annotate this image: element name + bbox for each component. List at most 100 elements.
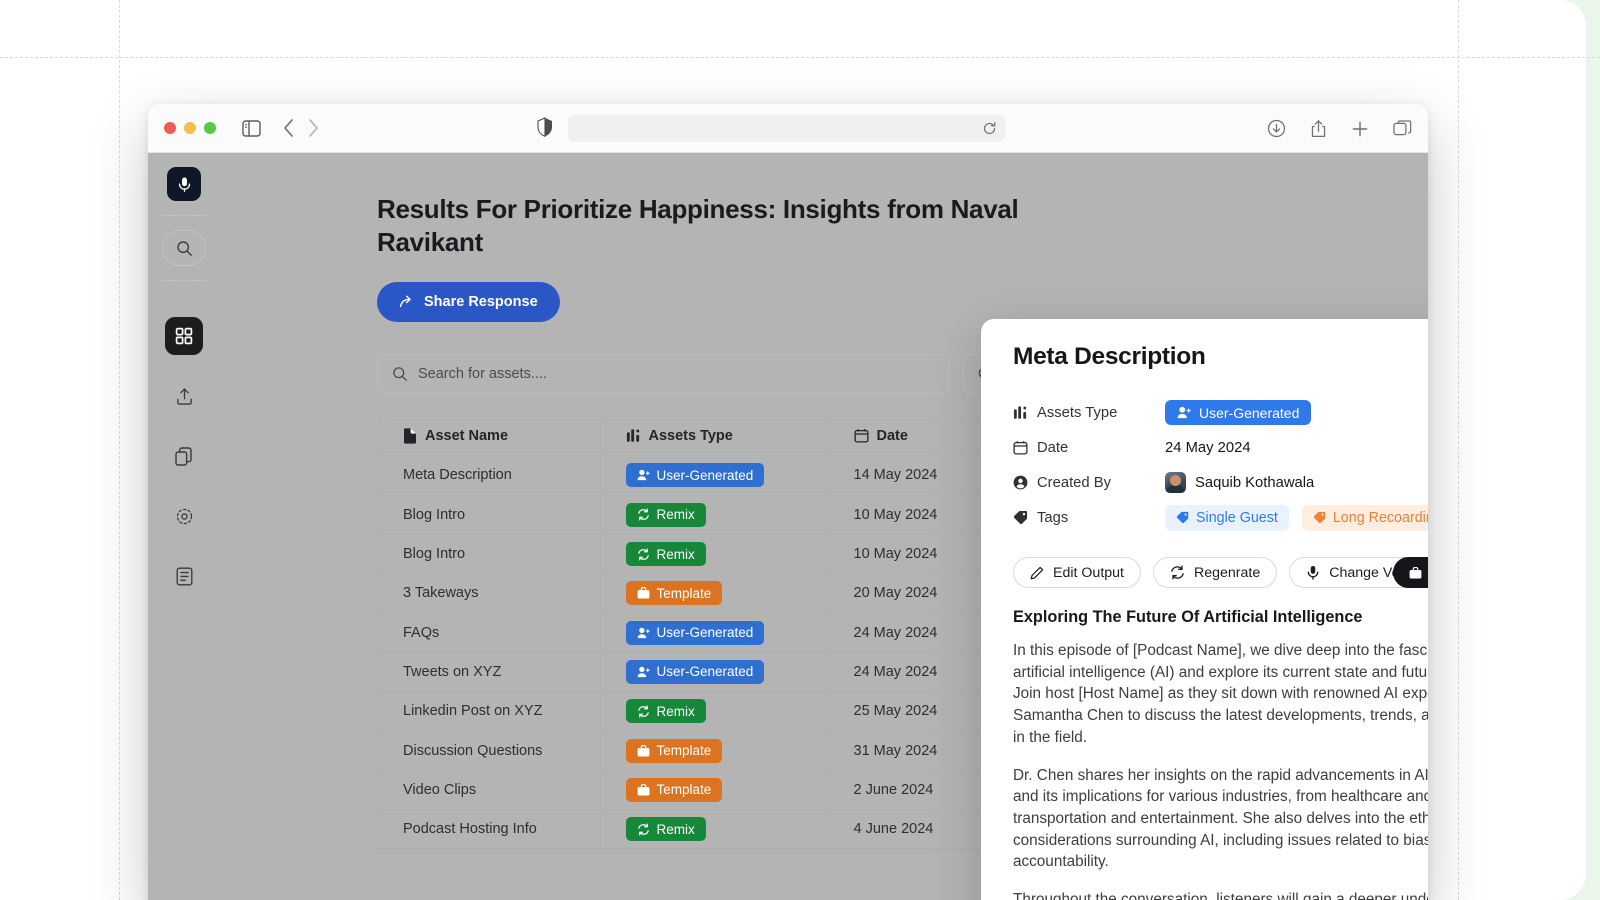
app-content: Results For Prioritize Happiness: Insigh… xyxy=(148,153,1428,900)
list-icon xyxy=(176,567,193,586)
sidebar-item-files[interactable] xyxy=(165,437,203,475)
cell-assets-type: User-Generated xyxy=(600,455,829,496)
status-badge[interactable]: Remix xyxy=(625,542,706,567)
toolbar-right-actions xyxy=(1267,104,1412,153)
minimize-window-button[interactable] xyxy=(184,122,196,134)
status-badge[interactable]: Template xyxy=(625,777,723,802)
tag-label: Long Recoarding xyxy=(1332,509,1428,526)
page-title: Results For Prioritize Happiness: Insigh… xyxy=(377,194,1019,258)
tag-single-guest[interactable]: Single Guest xyxy=(1165,504,1289,531)
document-icon xyxy=(403,428,417,444)
column-assets-type[interactable]: Assets Type xyxy=(600,416,829,457)
tag-icon xyxy=(1313,511,1326,524)
user-plus-icon xyxy=(1177,406,1191,419)
user-icon xyxy=(637,469,650,481)
document-paragraph-1: In this episode of [Podcast Name], we di… xyxy=(1013,642,1428,746)
maximize-window-button[interactable] xyxy=(204,122,216,134)
badge-label: User-Generated xyxy=(656,467,754,483)
tab-overview-icon[interactable] xyxy=(1393,119,1412,138)
cell-asset-name: Video Clips xyxy=(378,770,601,811)
tags-label-group: Tags xyxy=(1013,510,1165,526)
badge-label: Template xyxy=(656,743,712,759)
share-icon[interactable] xyxy=(1310,119,1327,139)
status-badge-user-generated[interactable]: User-Generated xyxy=(1165,400,1312,425)
meta-label-text: Created By xyxy=(1037,474,1112,491)
badge-label: User-Generated xyxy=(656,664,754,680)
created-by-label-group: Created By xyxy=(1013,475,1165,491)
column-asset-name[interactable]: Asset Name xyxy=(378,416,601,457)
browser-window: Results For Prioritize Happiness: Insigh… xyxy=(148,104,1428,900)
add-to-library-button[interactable]: Add to Library xyxy=(1392,557,1428,588)
status-badge[interactable]: Remix xyxy=(625,699,706,724)
status-badge[interactable]: Remix xyxy=(625,502,706,527)
reload-icon[interactable] xyxy=(982,121,997,136)
back-icon[interactable] xyxy=(283,119,294,137)
calendar-icon xyxy=(1013,440,1028,455)
status-badge[interactable]: User-Generated xyxy=(625,659,765,684)
status-badge[interactable]: Remix xyxy=(625,817,706,842)
close-window-button[interactable] xyxy=(164,122,176,134)
status-badge[interactable]: User-Generated xyxy=(625,463,765,488)
sidebar-item-search[interactable] xyxy=(162,230,206,266)
downloads-icon[interactable] xyxy=(1267,119,1286,138)
remix-icon xyxy=(637,548,650,561)
sidebar-item-settings[interactable] xyxy=(165,497,203,535)
sidebar-item-dashboard[interactable] xyxy=(165,317,203,355)
meta-row-tags: Tags Single Guest Long Recoardi xyxy=(1013,500,1428,535)
regenerate-button[interactable]: Regenrate xyxy=(1152,557,1278,588)
address-bar[interactable] xyxy=(568,115,1005,142)
sidebar-item-upload[interactable] xyxy=(165,377,203,415)
created-by-name: Saquib Kothawala xyxy=(1195,474,1315,491)
badge-label: Remix xyxy=(656,821,695,837)
remix-icon xyxy=(637,508,650,521)
modal-actions: Edit Output Regenrate Change Voice xyxy=(999,557,1428,588)
sidebar-icon[interactable] xyxy=(242,119,261,137)
search-placeholder: Search for assets.... xyxy=(418,365,547,382)
cell-asset-name: Linkedin Post on XYZ xyxy=(378,691,601,732)
sidebar-item-notes[interactable] xyxy=(165,557,203,595)
window-traffic-lights[interactable] xyxy=(164,122,216,134)
new-tab-icon[interactable] xyxy=(1351,120,1369,138)
left-rail xyxy=(148,153,220,900)
status-badge[interactable]: Template xyxy=(625,738,723,763)
upload-icon xyxy=(175,387,194,406)
status-badge[interactable]: User-Generated xyxy=(625,620,765,645)
user-icon xyxy=(637,666,650,678)
shield-icon[interactable] xyxy=(537,117,553,137)
gear-icon xyxy=(175,507,194,526)
button-label: Edit Output xyxy=(1053,564,1124,581)
column-label: Date xyxy=(876,427,908,444)
meta-row-assets-type: Assets Type User-Generated xyxy=(1013,395,1428,430)
guide-line-vertical-left xyxy=(119,0,120,900)
badge-label: Remix xyxy=(656,507,695,523)
meta-row-date: Date 24 May 2024 xyxy=(1013,430,1428,465)
date-value: 24 May 2024 xyxy=(1165,439,1251,456)
cell-asset-name: Blog Intro xyxy=(378,534,601,575)
edit-output-button[interactable]: Edit Output xyxy=(1013,557,1141,588)
forward-icon[interactable] xyxy=(308,119,319,137)
assets-type-label-group: Assets Type xyxy=(1013,405,1165,421)
cell-assets-type: Remix xyxy=(600,691,829,732)
avatar xyxy=(1165,472,1186,493)
tag-long-recoarding[interactable]: Long Recoarding xyxy=(1301,504,1428,531)
date-label-group: Date xyxy=(1013,440,1165,456)
microphone-icon xyxy=(1306,565,1320,580)
badge-label: User-Generated xyxy=(656,625,754,641)
document-output: Exploring The Future Of Artificial Intel… xyxy=(999,608,1428,900)
template-icon xyxy=(637,587,650,599)
document-paragraph-3: Throughout the conversation, listeners w… xyxy=(1013,891,1428,900)
meta-label-text: Tags xyxy=(1037,509,1069,526)
page-canvas: Results For Prioritize Happiness: Insigh… xyxy=(0,0,1600,900)
cell-asset-name: Discussion Questions xyxy=(378,730,601,771)
search-icon xyxy=(392,366,408,382)
cell-assets-type: Remix xyxy=(600,495,829,535)
search-input[interactable]: Search for assets.... xyxy=(377,353,949,394)
share-response-button[interactable]: Share Response xyxy=(377,281,560,322)
status-badge[interactable]: Template xyxy=(625,581,723,606)
meta-label-text: Date xyxy=(1037,439,1069,456)
cell-assets-type: Remix xyxy=(600,809,829,850)
chart-icon xyxy=(626,428,641,443)
chart-icon xyxy=(1013,405,1028,420)
briefcase-icon xyxy=(1409,566,1422,579)
app-logo-microphone-icon[interactable] xyxy=(167,167,201,201)
